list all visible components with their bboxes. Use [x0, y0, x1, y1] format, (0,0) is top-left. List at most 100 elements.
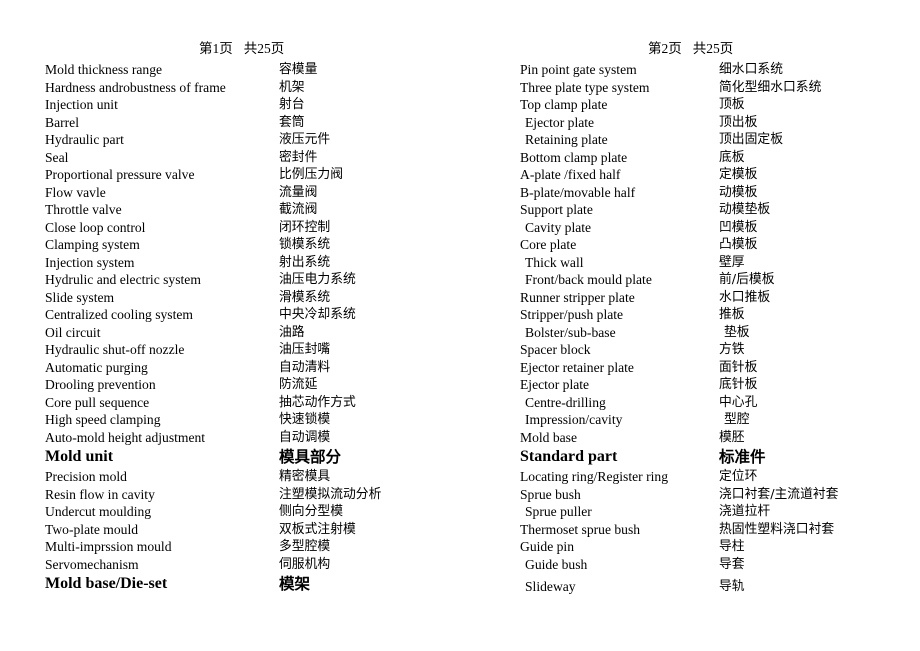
glossary-term-row: Undercut moulding 侧向分型模 [0, 503, 460, 521]
term-english: Automatic purging [45, 359, 148, 375]
glossary-term-row: Impression/cavity 型腔 [460, 411, 920, 429]
term-english: Retaining plate [525, 132, 608, 147]
term-chinese: 动模板 [719, 184, 758, 200]
term-english: Mold base [520, 429, 578, 445]
term-chinese: 防流延 [279, 377, 318, 392]
term-chinese: 顶板 [719, 97, 745, 112]
term-chinese: 面针板 [719, 359, 758, 375]
page-header-right: 第2页 共25页 [648, 41, 733, 57]
glossary-term-row: Clamping system 锁模系统 [0, 236, 460, 254]
glossary-term-row: Guide bush 导套 [460, 556, 920, 574]
term-english: Hydrulic and electric system [45, 272, 201, 287]
term-chinese: 锁模系统 [279, 237, 331, 252]
term-english: Runner stripper plate [520, 289, 635, 305]
term-chinese: 快速锁模 [279, 412, 331, 427]
term-chinese: 液压元件 [279, 132, 331, 147]
glossary-term-row: High speed clamping 快速锁模 [0, 411, 460, 429]
term-chinese: 截流阀 [279, 202, 318, 217]
section-heading-chinese: 模具部分 [279, 448, 342, 466]
glossary-term-row: Support plate 动模垫板 [460, 201, 920, 219]
term-chinese: 底板 [719, 149, 745, 165]
term-chinese: 顶出固定板 [719, 132, 783, 147]
term-chinese: 定模板 [719, 167, 758, 182]
glossary-section-heading: Standard part 标准件 [460, 446, 920, 468]
term-chinese: 抽芯动作方式 [279, 394, 356, 410]
glossary-term-row: Pin point gate system 细水口系统 [460, 61, 920, 79]
term-chinese: 滑模系统 [279, 289, 331, 305]
glossary-term-row: Mold thickness range 容模量 [0, 61, 460, 79]
term-chinese: 浇道拉杆 [719, 504, 771, 519]
glossary-term-row: Centralized cooling system 中央冷却系统 [0, 306, 460, 324]
page-pane-left: Mold thickness range 容模量 Hardness androbus… [0, 61, 460, 595]
term-english: Locating ring/Register ring [520, 469, 668, 484]
term-english: Core plate [520, 237, 577, 252]
term-chinese: 推板 [719, 307, 745, 322]
page-total-label-left: 共25页 [243, 41, 285, 56]
glossary-term-row: Seal 密封件 [0, 149, 460, 167]
glossary-term-row: Runner stripper plate 水口推板 [460, 289, 920, 307]
glossary-term-row: Guide pin 导柱 [460, 538, 920, 556]
glossary-rows-page-1: Mold thickness range 容模量 Hardness androbus… [0, 61, 460, 595]
glossary-term-row: Multi-imprssion mould 多型腔模 [0, 538, 460, 556]
document-page: 第1页 共25页 第2页 共25页 Mold thickness range 容模量 H… [0, 0, 920, 651]
term-chinese: 浇口衬套/主流道衬套 [719, 486, 839, 502]
term-english: Core pull sequence [45, 394, 150, 410]
term-english: Impression/cavity [525, 412, 623, 427]
term-english: Barrel [45, 114, 79, 130]
term-chinese: 精密模具 [279, 469, 331, 484]
glossary-term-row: Hydrulic and electric system 油压电力系统 [0, 271, 460, 289]
term-english: Auto-mold height adjustment [45, 429, 206, 445]
term-chinese: 导轨 [719, 579, 745, 594]
term-chinese: 射出系统 [279, 254, 331, 270]
page-pane-right: Pin point gate system 细水口系统 Three plate ty… [460, 61, 920, 596]
term-chinese: 方铁 [719, 342, 745, 357]
term-english: Close loop control [45, 219, 146, 235]
glossary-term-row: Precision mold 精密模具 [0, 468, 460, 486]
term-chinese: 多型腔模 [279, 539, 331, 554]
glossary-term-row: Cavity plate 凹模板 [460, 219, 920, 237]
term-chinese: 闭环控制 [279, 219, 331, 235]
term-chinese: 伺服机构 [279, 556, 331, 572]
term-chinese: 油路 [279, 324, 305, 340]
term-chinese: 自动清料 [279, 359, 331, 375]
glossary-term-row: Proportional pressure valve 比例压力阀 [0, 166, 460, 184]
term-chinese: 垫板 [724, 324, 750, 340]
term-english: Hydraulic shut-off nozzle [45, 342, 185, 357]
glossary-term-row: Top clamp plate 顶板 [460, 96, 920, 114]
term-english: Ejector retainer plate [520, 359, 634, 375]
term-english: Pin point gate system [520, 62, 637, 77]
term-english: Stripper/push plate [520, 307, 624, 322]
term-english: Flow vavle [45, 184, 106, 200]
term-chinese: 机架 [279, 79, 305, 95]
term-chinese: 定位环 [719, 469, 758, 484]
term-chinese: 导柱 [719, 539, 745, 554]
glossary-term-row: Barrel 套筒 [0, 114, 460, 132]
term-english: Multi-imprssion mould [45, 539, 172, 554]
term-english: Cavity plate [525, 219, 592, 235]
glossary-term-row: Spacer block 方铁 [460, 341, 920, 359]
term-english: Throttle valve [45, 202, 122, 217]
page-number-label-right: 第2页 [648, 41, 682, 56]
term-english: Guide bush [525, 556, 588, 572]
glossary-term-row: Core pull sequence 抽芯动作方式 [0, 394, 460, 412]
term-english: Thermoset sprue bush [520, 521, 641, 537]
glossary-term-row: Three plate type system 简化型细水口系统 [460, 79, 920, 97]
glossary-term-row: Ejector retainer plate 面针板 [460, 359, 920, 377]
glossary-term-row: Hydraulic part 液压元件 [0, 131, 460, 149]
glossary-term-row: Oil circuit 油路 [0, 324, 460, 342]
glossary-term-row: Front/back mould plate 前/后模板 [460, 271, 920, 289]
term-english: Clamping system [45, 237, 140, 252]
term-chinese: 中心孔 [719, 394, 758, 410]
term-chinese: 水口推板 [719, 289, 771, 305]
term-chinese: 凸模板 [719, 237, 758, 252]
glossary-term-row: Servomechanism 伺服机构 [0, 556, 460, 574]
term-english: Slideway [525, 579, 576, 594]
term-chinese: 射台 [279, 97, 305, 112]
term-english: Drooling prevention [45, 377, 156, 392]
glossary-term-row: Injection unit 射台 [0, 96, 460, 114]
glossary-section-heading: Mold base/Die-set 模架 [0, 573, 460, 595]
glossary-term-row: Core plate 凸模板 [460, 236, 920, 254]
term-chinese: 凹模板 [719, 219, 758, 235]
glossary-term-row: Ejector plate 顶出板 [460, 114, 920, 132]
term-english: Injection system [45, 254, 135, 270]
